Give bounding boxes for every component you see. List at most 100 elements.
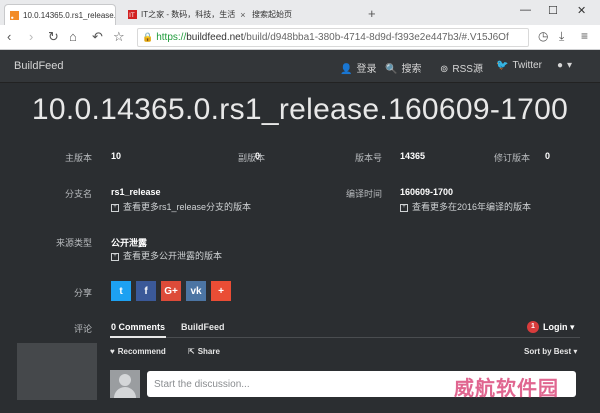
share-button[interactable]: ⇱ Share xyxy=(188,347,220,356)
branch-more-label: 查看更多rs1_release分支的版本 xyxy=(123,202,252,212)
blurred-thumbnail xyxy=(17,343,97,400)
history-icon[interactable]: ◷ xyxy=(538,29,548,43)
lock-icon: 🔒 xyxy=(142,32,154,42)
maximize-icon[interactable]: ☐ xyxy=(548,4,558,17)
nav-search-label: 搜索 xyxy=(401,64,422,75)
url-host: buildfeed.net xyxy=(186,32,244,43)
nav-twitter[interactable]: 🐦 Twitter xyxy=(496,60,542,71)
compiled-more-link[interactable]: + 查看更多在2016年编译的版本 xyxy=(400,200,531,213)
plus-square-icon: + xyxy=(400,203,408,212)
nav-login[interactable]: 👤 登录 xyxy=(340,60,376,75)
close-window-icon[interactable]: ✕ xyxy=(577,4,586,17)
major-value: 10 xyxy=(111,151,122,161)
facebook-share-button[interactable]: f xyxy=(136,281,156,301)
chevron-down-icon: ▾ xyxy=(567,60,573,71)
twitter-share-button[interactable]: t xyxy=(111,281,131,301)
globe-icon: ● xyxy=(557,60,564,71)
rss-icon: ⊚ xyxy=(440,64,449,75)
browser-toolbar: ‹ › ↻ ⌂ ↶ ☆ 🔒 https:// buildfeed.net /bu… xyxy=(0,25,600,50)
build-number-value: 14365 xyxy=(400,151,426,161)
minor-value: 0 xyxy=(255,151,261,161)
notification-badge[interactable]: 1 xyxy=(527,321,539,333)
nav-login-label: 登录 xyxy=(356,64,377,75)
branch-label: 分支名 xyxy=(64,189,92,199)
source-label: 来源类型 xyxy=(55,238,92,248)
heart-icon: ♥ xyxy=(110,347,115,356)
user-icon: 👤 xyxy=(340,64,353,75)
browser-titlebar: 10.0.14365.0.rs1_release.1 × IT IT之家 - 数… xyxy=(0,0,600,25)
compiled-label: 编译时间 xyxy=(345,189,382,199)
share-icon: ⇱ xyxy=(188,347,195,356)
vk-icon: vk xyxy=(190,285,202,297)
vk-share-button[interactable]: vk xyxy=(186,281,206,301)
home-icon[interactable]: ⌂ xyxy=(69,29,77,44)
more-share-button[interactable]: + xyxy=(211,281,231,301)
minor-label: 副版本 xyxy=(237,153,265,163)
share-label: 分享 xyxy=(73,288,92,298)
sort-dropdown[interactable]: Sort by Best ▾ xyxy=(524,347,577,356)
comments-label: 评论 xyxy=(73,324,92,334)
nav-language[interactable]: ● ▾ xyxy=(557,60,572,71)
new-tab-button[interactable]: + xyxy=(368,6,376,21)
undo-icon[interactable]: ↶ xyxy=(92,29,103,45)
active-tab-indicator xyxy=(110,336,166,338)
revision-value: 0 xyxy=(545,151,551,161)
google-plus-share-button[interactable]: G+ xyxy=(161,281,181,301)
page-title: 10.0.14365.0.rs1_release.160609-1700 xyxy=(31,93,569,126)
address-bar[interactable]: 🔒 https:// buildfeed.net /build/d948bba1… xyxy=(137,28,529,47)
search-icon: 🔍 xyxy=(385,64,398,75)
nav-rss[interactable]: ⊚ RSS源 xyxy=(440,60,483,75)
tab-community[interactable]: BuildFeed xyxy=(181,322,225,332)
revision-label: 修订版本 xyxy=(493,153,530,163)
facebook-icon: f xyxy=(144,285,148,297)
back-icon[interactable]: ‹ xyxy=(7,29,11,44)
tab-buildfeed[interactable]: 10.0.14365.0.rs1_release.1 × xyxy=(4,4,116,25)
twitter-icon: 🐦 xyxy=(496,60,509,71)
compiled-more-label: 查看更多在2016年编译的版本 xyxy=(412,202,532,212)
source-more-label: 查看更多公开泄露的版本 xyxy=(123,251,223,261)
source-value: 公开泄露 xyxy=(111,238,148,248)
tab-start-page[interactable]: 搜索起始页 xyxy=(248,4,362,25)
tab-close-icon[interactable]: × xyxy=(240,10,245,20)
site-brand[interactable]: BuildFeed xyxy=(14,60,64,72)
menu-icon[interactable]: ≡ xyxy=(581,29,588,43)
nav-twitter-label: Twitter xyxy=(512,60,542,71)
branch-value: rs1_release xyxy=(111,187,161,197)
major-label: 主版本 xyxy=(64,153,92,163)
tab-label: IT之家 - 数码，科技，生活 xyxy=(141,10,236,19)
plus-square-icon: + xyxy=(111,252,119,261)
tab-comments[interactable]: 0 Comments xyxy=(111,322,165,332)
rss-favicon-icon xyxy=(10,10,19,20)
tab-label: 10.0.14365.0.rs1_release.1 xyxy=(23,10,116,20)
site-header: BuildFeed 👤 登录 🔍 搜索 ⊚ RSS源 🐦 Twitter ● ▾ xyxy=(0,50,600,83)
watermark: 威航软件园 xyxy=(454,378,559,400)
plus-icon: + xyxy=(218,285,224,297)
compiled-value: 160609-1700 xyxy=(400,187,454,197)
download-icon[interactable]: ⤓ xyxy=(559,29,564,44)
forward-icon[interactable]: › xyxy=(29,29,33,44)
svg-text:IT: IT xyxy=(129,12,135,19)
share-label-text: Share xyxy=(197,347,220,356)
plus-square-icon: + xyxy=(111,203,119,212)
url-path: /build/d948bba1-380b-4714-8d9d-f393e2e44… xyxy=(243,32,509,43)
comments-divider xyxy=(110,337,580,338)
nav-search[interactable]: 🔍 搜索 xyxy=(385,60,421,75)
tab-ithome[interactable]: IT IT之家 - 数码，科技，生活 × xyxy=(124,4,246,25)
minimize-icon[interactable]: — xyxy=(520,4,531,16)
google-plus-icon: G+ xyxy=(164,285,178,297)
ithome-favicon-icon: IT xyxy=(128,10,137,19)
branch-more-link[interactable]: + 查看更多rs1_release分支的版本 xyxy=(111,200,251,213)
build-number-label: 版本号 xyxy=(354,153,382,163)
twitter-icon: t xyxy=(119,285,123,297)
nav-rss-label: RSS源 xyxy=(452,64,483,75)
avatar-head-icon xyxy=(119,374,131,386)
recommend-button[interactable]: ♥ Recommend xyxy=(110,347,166,356)
reload-icon[interactable]: ↻ xyxy=(48,29,59,45)
star-icon[interactable]: ☆ xyxy=(113,29,125,45)
login-dropdown[interactable]: Login ▾ xyxy=(543,322,575,333)
avatar xyxy=(110,370,140,398)
source-more-link[interactable]: + 查看更多公开泄露的版本 xyxy=(111,249,222,262)
url-scheme: https:// xyxy=(156,32,187,43)
avatar-body-icon xyxy=(114,387,136,398)
recommend-label: Recommend xyxy=(117,347,166,356)
